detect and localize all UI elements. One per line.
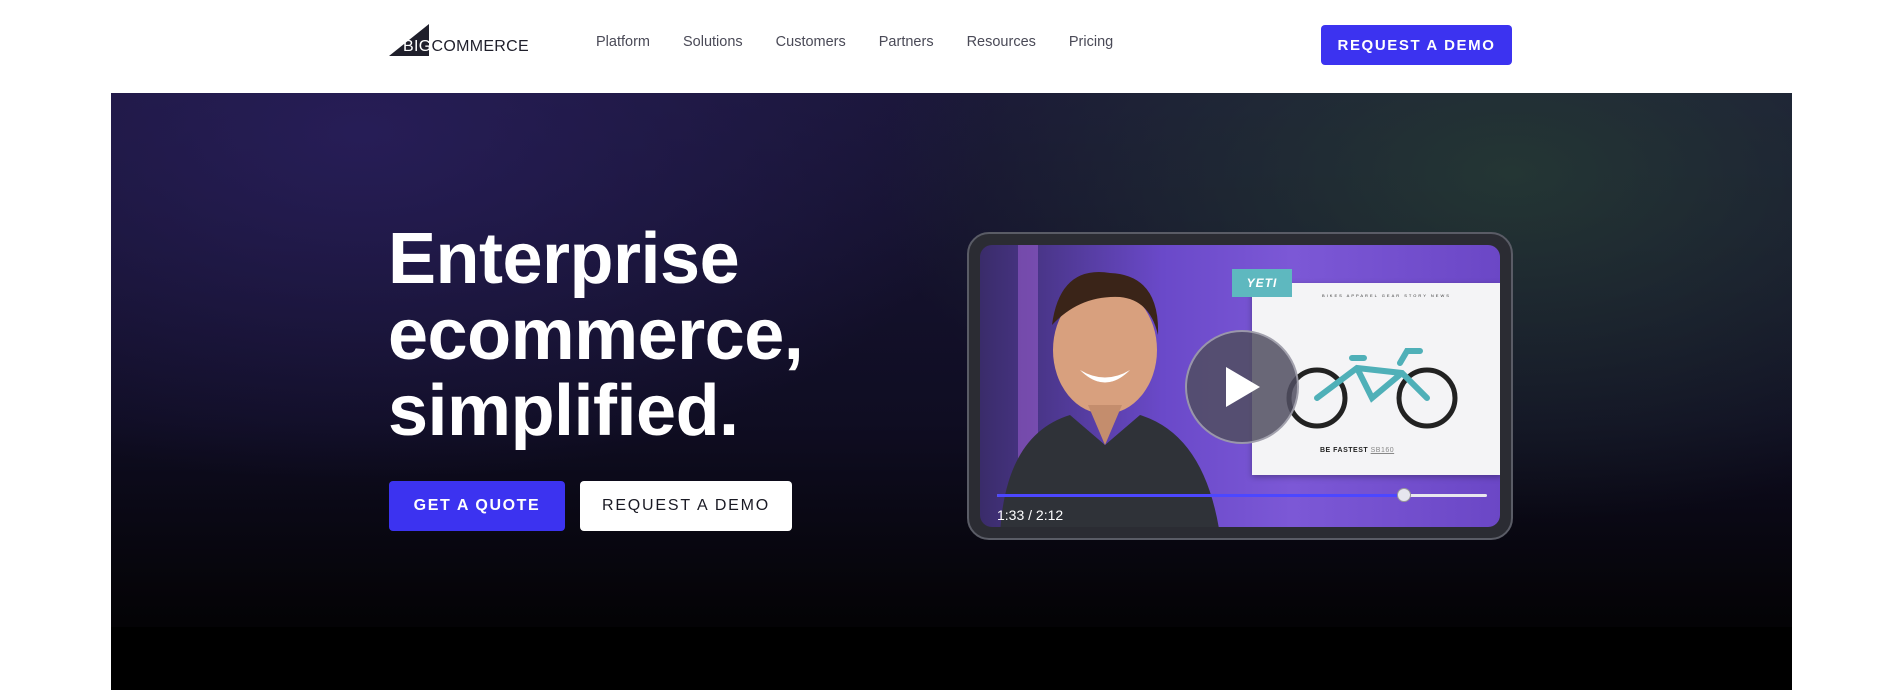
video-scrubber-handle[interactable] — [1396, 488, 1411, 502]
headline-line-1: Enterprise — [388, 219, 740, 299]
hero-request-demo-button[interactable]: REQUEST A DEMO — [580, 481, 792, 531]
mockup-caption: BE FASTEST SB160 — [1320, 447, 1395, 454]
video-progress-bar[interactable] — [997, 488, 1487, 502]
bigcommerce-logo[interactable]: BIGCOMMERCE — [389, 24, 529, 56]
hero-headline: Enterprise ecommerce, simplified. — [388, 219, 804, 451]
main-nav: Platform Solutions Customers Partners Re… — [596, 34, 1146, 50]
get-quote-button[interactable]: GET A QUOTE — [389, 481, 565, 531]
play-button[interactable] — [1185, 330, 1299, 444]
header-request-demo-button[interactable]: REQUEST A DEMO — [1321, 25, 1512, 65]
bicycle-icon — [1286, 348, 1458, 429]
video-player-frame: BIKES APPAREL GEAR STORY NEWS RA YETI BE… — [967, 232, 1513, 540]
logo-wordmark: BIGCOMMERCE — [403, 38, 529, 55]
nav-platform[interactable]: Platform — [596, 34, 650, 50]
nav-customers[interactable]: Customers — [776, 34, 846, 50]
hero-section: Enterprise ecommerce, simplified. GET A … — [111, 93, 1792, 690]
nav-solutions[interactable]: Solutions — [683, 34, 743, 50]
headline-line-2: ecommerce, — [388, 295, 804, 375]
nav-pricing[interactable]: Pricing — [1069, 34, 1113, 50]
nav-resources[interactable]: Resources — [967, 34, 1036, 50]
mockup-nav: BIKES APPAREL GEAR STORY NEWS — [1322, 293, 1451, 298]
video-time-display: 1:33 / 2:12 — [997, 507, 1064, 523]
yeti-badge: YETI — [1232, 269, 1292, 297]
play-icon — [1226, 367, 1260, 407]
video-progress-fill — [997, 494, 1404, 497]
site-header: BIGCOMMERCE Platform Solutions Customers… — [0, 0, 1901, 92]
headline-line-3: simplified. — [388, 371, 739, 451]
video-player[interactable]: BIKES APPAREL GEAR STORY NEWS RA YETI BE… — [980, 245, 1500, 527]
nav-partners[interactable]: Partners — [879, 34, 934, 50]
hero-bottom-band — [111, 627, 1792, 690]
